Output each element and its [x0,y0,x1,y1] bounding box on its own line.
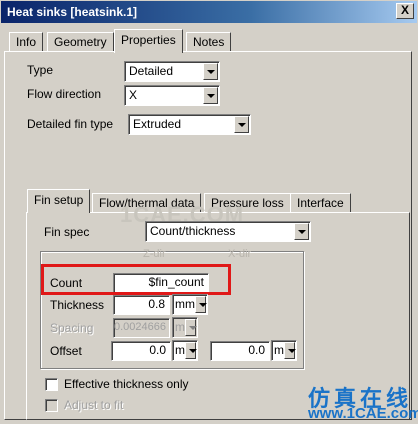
flow-direction-label: Flow direction [27,87,102,101]
chevron-down-icon[interactable] [203,87,218,104]
window-title: Heat sinks [heatsink.1] [7,5,138,19]
flow-direction-value: X [129,88,138,102]
heat-sinks-dialog: Heat sinks [heatsink.1] X Info Geometry … [0,0,418,424]
fin-type-select[interactable]: Extruded [128,114,251,135]
offset-x-unit-value: m [274,343,284,357]
tab-fin-setup-label: Fin setup [34,193,84,207]
x-dir-header: X-dir [228,248,252,260]
fin-spec-label: Fin spec [44,225,90,239]
site-logo-url: www.1CAE.com [308,405,418,422]
offset-z-unit-select[interactable]: m [172,340,198,361]
tab-geometry-label: Geometry [54,35,107,49]
type-select[interactable]: Detailed [124,61,220,82]
tab-properties[interactable]: Properties [114,29,183,53]
adjust-to-fit-label: Adjust to fit [64,398,124,412]
chevron-down-icon[interactable] [234,116,249,133]
close-button[interactable]: X [396,3,414,19]
tab-geometry[interactable]: Geometry [47,32,114,52]
chevron-down-icon [185,319,197,336]
chevron-down-icon[interactable] [203,63,218,80]
fin-spec-select[interactable]: Count/thickness [145,221,311,242]
offset-z-input[interactable]: 0.0 [111,341,171,361]
tab-notes-label: Notes [193,35,225,49]
tab-info[interactable]: Info [9,32,44,52]
chevron-down-icon[interactable] [294,223,309,240]
thickness-input[interactable]: 0.8 [113,295,170,315]
effective-thickness-checkbox[interactable] [45,378,58,391]
fin-type-label: Detailed fin type [27,117,114,131]
chevron-down-icon[interactable] [185,342,197,359]
effective-thickness-label: Effective thickness only [64,377,189,391]
fin-type-value: Extruded [133,117,182,131]
thickness-unit-value: mm [175,297,195,311]
count-highlight-box [41,264,231,295]
tab-fin-setup[interactable]: Fin setup [27,189,91,213]
offset-label: Offset [50,344,82,358]
type-value: Detailed [129,64,174,78]
fin-spec-value: Count/thickness [150,224,236,238]
spacing-unit-value: m [175,320,185,334]
type-label: Type [27,63,54,77]
offset-x-unit-select[interactable]: m [271,340,297,361]
z-dir-header: Z-dir [143,248,166,260]
offset-x-input[interactable]: 0.0 [210,341,270,361]
thickness-label: Thickness [50,298,105,312]
tab-properties-label: Properties [121,33,176,47]
thickness-unit-select[interactable]: mm [172,294,208,315]
spacing-input: 0.0024666 [113,318,170,338]
tab-info-label: Info [16,35,37,49]
chevron-down-icon[interactable] [195,296,207,313]
chevron-down-icon[interactable] [284,342,296,359]
tab-interface[interactable]: Interface [290,193,351,213]
tab-notes[interactable]: Notes [186,32,232,52]
close-icon: X [400,3,409,17]
title-bar: Heat sinks [heatsink.1] [1,1,417,23]
spacing-unit-select: m [172,317,198,338]
adjust-to-fit-checkbox [45,399,58,412]
tab-interface-label: Interface [297,196,344,210]
flow-direction-select[interactable]: X [124,85,220,106]
offset-z-unit-value: m [175,343,185,357]
spacing-label: Spacing [50,321,94,335]
